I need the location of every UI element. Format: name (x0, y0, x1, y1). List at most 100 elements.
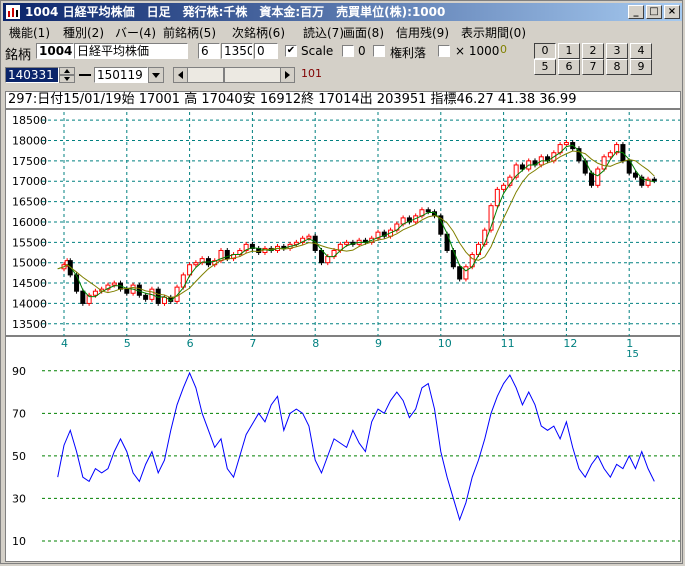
menu-prev-symbol[interactable]: 前銘柄(5) (163, 24, 216, 41)
price-tick-label: 18500 (12, 114, 47, 127)
param-b-field[interactable]: 1350 (221, 43, 253, 59)
preset-button-0[interactable]: 0 (534, 43, 556, 59)
preset-button-8[interactable]: 8 (606, 59, 628, 75)
price-tick-label: 17500 (12, 155, 47, 168)
info-bar: 297:日付15/01/19始 17001 高 17040安 16912終 17… (5, 91, 681, 109)
month-tick-label: 12 (563, 337, 577, 350)
moving-average-long (57, 150, 655, 299)
candle-body (463, 266, 469, 280)
month-tick-label: 5 (124, 337, 131, 350)
menu-function[interactable]: 機能(1) (9, 24, 50, 41)
preset-button-5[interactable]: 5 (534, 59, 556, 75)
zero-checkbox[interactable] (342, 45, 354, 57)
date-spinner-icon[interactable] (59, 67, 75, 83)
price-tick-label: 14000 (12, 297, 47, 310)
indicator-line (57, 371, 655, 522)
preset-button-2[interactable]: 2 (582, 43, 604, 59)
candle-body (501, 184, 507, 190)
times-checkbox[interactable] (438, 45, 450, 57)
preset-button-9[interactable]: 9 (630, 59, 652, 75)
period-scrollbar[interactable] (173, 67, 295, 83)
candle-body (136, 284, 142, 296)
candle-body (318, 249, 324, 264)
candle-body (595, 168, 601, 186)
menu-load[interactable]: 読込(7) (303, 24, 344, 41)
minimize-icon[interactable]: _ (628, 5, 644, 19)
candle-body (425, 209, 431, 213)
month-tick-label: 11 (501, 337, 515, 350)
month-tick-label: 8 (312, 337, 319, 350)
menu-bar: 機能(1) 種別(2) バー(4) 前銘柄(5) 次銘柄(6) 読込(7) 画面… (3, 22, 682, 40)
times-label: × 1000 (455, 44, 500, 58)
candle-body (457, 266, 463, 280)
candle-body (589, 172, 595, 186)
month-tick-label: 6 (187, 337, 194, 350)
candle-body (74, 274, 80, 292)
window-title: 1004 日経平均株価 日足 発行株:千株 資本金:百万 売買単位(株):100… (25, 5, 446, 19)
price-tick-label: 15000 (12, 257, 47, 270)
month-tick-label: 7 (249, 337, 256, 350)
date-range-dash-icon (79, 74, 91, 76)
indicator-tick-label: 30 (12, 492, 26, 505)
menu-margin[interactable]: 信用残(9) (396, 24, 449, 41)
symbol-code-field[interactable]: 1004 (36, 43, 74, 59)
price-tick-label: 18000 (12, 135, 47, 148)
close-icon[interactable]: × (664, 5, 680, 19)
candle-body (306, 235, 312, 239)
end-date-field[interactable]: 150119 (94, 67, 148, 83)
param-a-field[interactable]: 6 (198, 43, 220, 59)
candle-body (344, 241, 350, 245)
price-tick-label: 16000 (12, 216, 47, 229)
indicator-tick-label: 90 (12, 365, 26, 378)
symbol-label: 銘柄 (5, 48, 32, 63)
menu-type[interactable]: 種別(2) (63, 24, 104, 41)
candle-body (92, 290, 98, 296)
price-tick-label: 17000 (12, 175, 47, 188)
month-tick-label: 9 (375, 337, 382, 350)
candle-body (143, 294, 149, 300)
rights-label: 権利落 (390, 46, 427, 60)
preset-button-6[interactable]: 6 (558, 59, 580, 75)
app-window: 1004 日経平均株価 日足 発行株:千株 資本金:百万 売買単位(株):100… (0, 0, 683, 564)
end-date-dropdown-icon[interactable] (148, 67, 164, 83)
candle-body (111, 282, 117, 286)
symbol-name-field[interactable]: 日経平均株価 (74, 43, 188, 59)
price-tick-label: 13500 (12, 318, 47, 331)
indicator-tick-label: 50 (12, 450, 26, 463)
preset-button-3[interactable]: 3 (606, 43, 628, 59)
price-tick-label: 15500 (12, 236, 47, 249)
candle-body (607, 152, 613, 158)
stock-chart: 13500 14000 14500 15000 15500 16000 16500 17000… (6, 112, 680, 548)
menu-next-symbol[interactable]: 次銘柄(6) (232, 24, 285, 41)
price-tick-label: 16500 (12, 196, 47, 209)
maximize-icon[interactable]: □ (646, 5, 662, 19)
candle-body (80, 290, 86, 304)
month-tick-label: 4 (61, 337, 68, 350)
chart-area[interactable]: 13500 14000 14500 15000 15500 16000 16500 17000… (5, 109, 681, 562)
scale-checkbox[interactable]: ✔ (285, 45, 297, 57)
preset-button-1[interactable]: 1 (558, 43, 580, 59)
preset-button-4[interactable]: 4 (630, 43, 652, 59)
param-c-field[interactable]: 0 (254, 43, 278, 59)
candle-body (161, 296, 167, 304)
indicator-tick-label: 10 (12, 535, 26, 548)
indicator-tick-label: 70 (12, 407, 26, 420)
month-tick-label: 10 (438, 337, 452, 350)
candle-body (325, 256, 331, 264)
menu-screen[interactable]: 画面(8) (343, 24, 384, 41)
candle-body (193, 262, 199, 266)
title-bar: 1004 日経平均株価 日足 発行株:千株 資本金:百万 売買単位(株):100… (3, 3, 682, 21)
zero-label: 0 (358, 44, 366, 58)
app-icon (6, 5, 20, 19)
menu-period[interactable]: 表示期間(0) (461, 24, 526, 41)
candle-body (124, 288, 130, 294)
candle-body (494, 188, 500, 207)
candle-body (563, 142, 569, 146)
candle-body (632, 172, 638, 178)
rights-checkbox[interactable] (373, 45, 385, 57)
candle-body (651, 178, 657, 182)
year-tick-label: 15 (626, 349, 639, 360)
menu-bar-type[interactable]: バー(4) (115, 24, 156, 41)
preset-button-7[interactable]: 7 (582, 59, 604, 75)
start-date-field[interactable]: 140331 (5, 67, 59, 83)
